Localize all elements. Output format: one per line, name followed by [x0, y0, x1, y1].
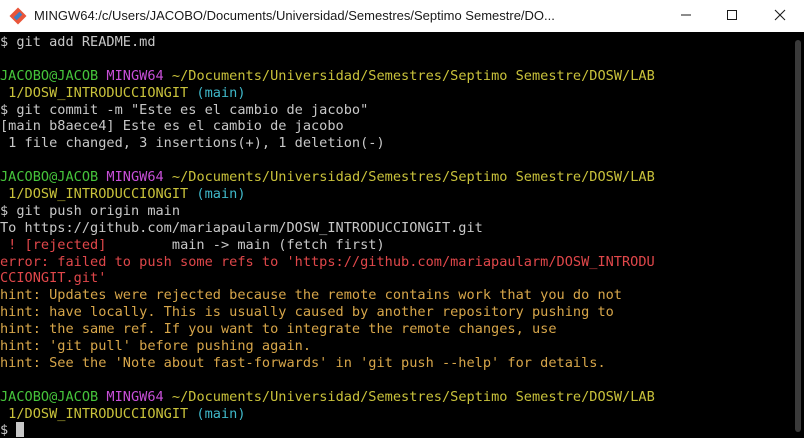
- terminal-text: MINGW64: [106, 67, 172, 84]
- text-cursor: [16, 422, 25, 438]
- terminal-text: MINGW64: [106, 388, 172, 405]
- terminal-text: [main b8aece4] Este es el cambio de jaco…: [0, 118, 344, 135]
- maximize-button[interactable]: [710, 0, 754, 32]
- maximize-icon: [726, 9, 738, 24]
- terminal-line: JACOBO@JACOB MINGW64 ~/Documents/Univers…: [0, 389, 790, 406]
- terminal-text: $ git commit -m "Este es el cambio de ja…: [0, 101, 369, 118]
- window-title: MINGW64:/c/Users/JACOBO/Documents/Univer…: [34, 8, 555, 23]
- terminal-line: 1/DOSW_INTRODUCCIONGIT (main): [0, 85, 790, 102]
- terminal-output[interactable]: $ git add README.md JACOBO@JACOB MINGW64 …: [0, 34, 790, 438]
- terminal-line: JACOBO@JACOB MINGW64 ~/Documents/Univers…: [0, 169, 790, 186]
- terminal-text: ~/Documents/Universidad/Semestres/Septim…: [171, 388, 655, 405]
- terminal-text: (main): [196, 405, 246, 422]
- terminal-line: To https://github.com/mariapaularm/DOSW_…: [0, 220, 790, 237]
- terminal-text: 1/DOSW_INTRODUCCIONGIT: [0, 405, 197, 422]
- terminal-line: hint: Updates were rejected because the …: [0, 287, 790, 304]
- terminal-text: hint: See the 'Note about fast-forwards'…: [0, 354, 606, 371]
- terminal-text: (main): [196, 84, 246, 101]
- terminal-text: 1/DOSW_INTRODUCCIONGIT: [0, 186, 197, 203]
- terminal-text: (main): [196, 186, 246, 203]
- minimize-icon: [680, 9, 692, 24]
- minimize-button[interactable]: [664, 0, 708, 32]
- terminal-line: 1 file changed, 3 insertions(+), 1 delet…: [0, 135, 790, 152]
- terminal-text: hint: the same ref. If you want to integ…: [0, 321, 557, 338]
- title-bar[interactable]: MINGW64:/c/Users/JACOBO/Documents/Univer…: [0, 0, 804, 32]
- terminal-line: [main b8aece4] Este es el cambio de jaco…: [0, 118, 790, 135]
- terminal-text: ! [rejected]: [0, 236, 107, 253]
- terminal-window: MINGW64:/c/Users/JACOBO/Documents/Univer…: [0, 0, 804, 438]
- terminal-line: $ git commit -m "Este es el cambio de ja…: [0, 102, 790, 119]
- terminal-line: $: [0, 422, 790, 438]
- terminal-text: hint: 'git pull' before pushing again.: [0, 338, 311, 355]
- terminal-text: error: failed to push some refs to 'http…: [0, 253, 655, 270]
- terminal-text: 1 file changed, 3 insertions(+), 1 delet…: [0, 135, 385, 152]
- terminal-text: JACOBO@JACOB: [0, 67, 107, 84]
- terminal-line: $ git push origin main: [0, 203, 790, 220]
- terminal-line: hint: have locally. This is usually caus…: [0, 304, 790, 321]
- terminal-line: error: failed to push some refs to 'http…: [0, 254, 790, 271]
- terminal-text: MINGW64: [106, 169, 172, 186]
- terminal-text: JACOBO@JACOB: [0, 169, 107, 186]
- terminal-text: ~/Documents/Universidad/Semestres/Septim…: [171, 169, 655, 186]
- terminal-line: 1/DOSW_INTRODUCCIONGIT (main): [0, 186, 790, 203]
- terminal-text: hint: have locally. This is usually caus…: [0, 304, 614, 321]
- terminal-line: JACOBO@JACOB MINGW64 ~/Documents/Univers…: [0, 68, 790, 85]
- terminal-text: CCIONGIT.git': [0, 270, 107, 287]
- scrollbar-thumb[interactable]: [795, 40, 801, 432]
- terminal-line: hint: See the 'Note about fast-forwards'…: [0, 355, 790, 372]
- terminal-line: ! [rejected] main -> main (fetch first): [0, 237, 790, 254]
- terminal-text: JACOBO@JACOB: [0, 388, 107, 405]
- terminal-line: hint: the same ref. If you want to integ…: [0, 321, 790, 338]
- terminal-text: $ git add README.md: [0, 34, 156, 50]
- terminal-text: $ git push origin main: [0, 202, 181, 219]
- vertical-scrollbar[interactable]: [792, 34, 804, 438]
- git-bash-icon: [9, 7, 27, 25]
- terminal-line: CCIONGIT.git': [0, 270, 790, 287]
- terminal-line: hint: 'git pull' before pushing again.: [0, 338, 790, 355]
- close-button[interactable]: [758, 0, 802, 32]
- terminal-text: main -> main (fetch first): [106, 236, 385, 253]
- terminal-line: $ git add README.md: [0, 34, 790, 51]
- terminal-text: $: [0, 422, 17, 438]
- terminal-line: 1/DOSW_INTRODUCCIONGIT (main): [0, 406, 790, 423]
- terminal-text: ~/Documents/Universidad/Semestres/Septim…: [171, 67, 655, 84]
- terminal-text: hint: Updates were rejected because the …: [0, 287, 622, 304]
- close-icon: [774, 9, 786, 24]
- terminal-text: To https://github.com/mariapaularm/DOSW_…: [0, 219, 483, 236]
- terminal-text: 1/DOSW_INTRODUCCIONGIT: [0, 84, 197, 101]
